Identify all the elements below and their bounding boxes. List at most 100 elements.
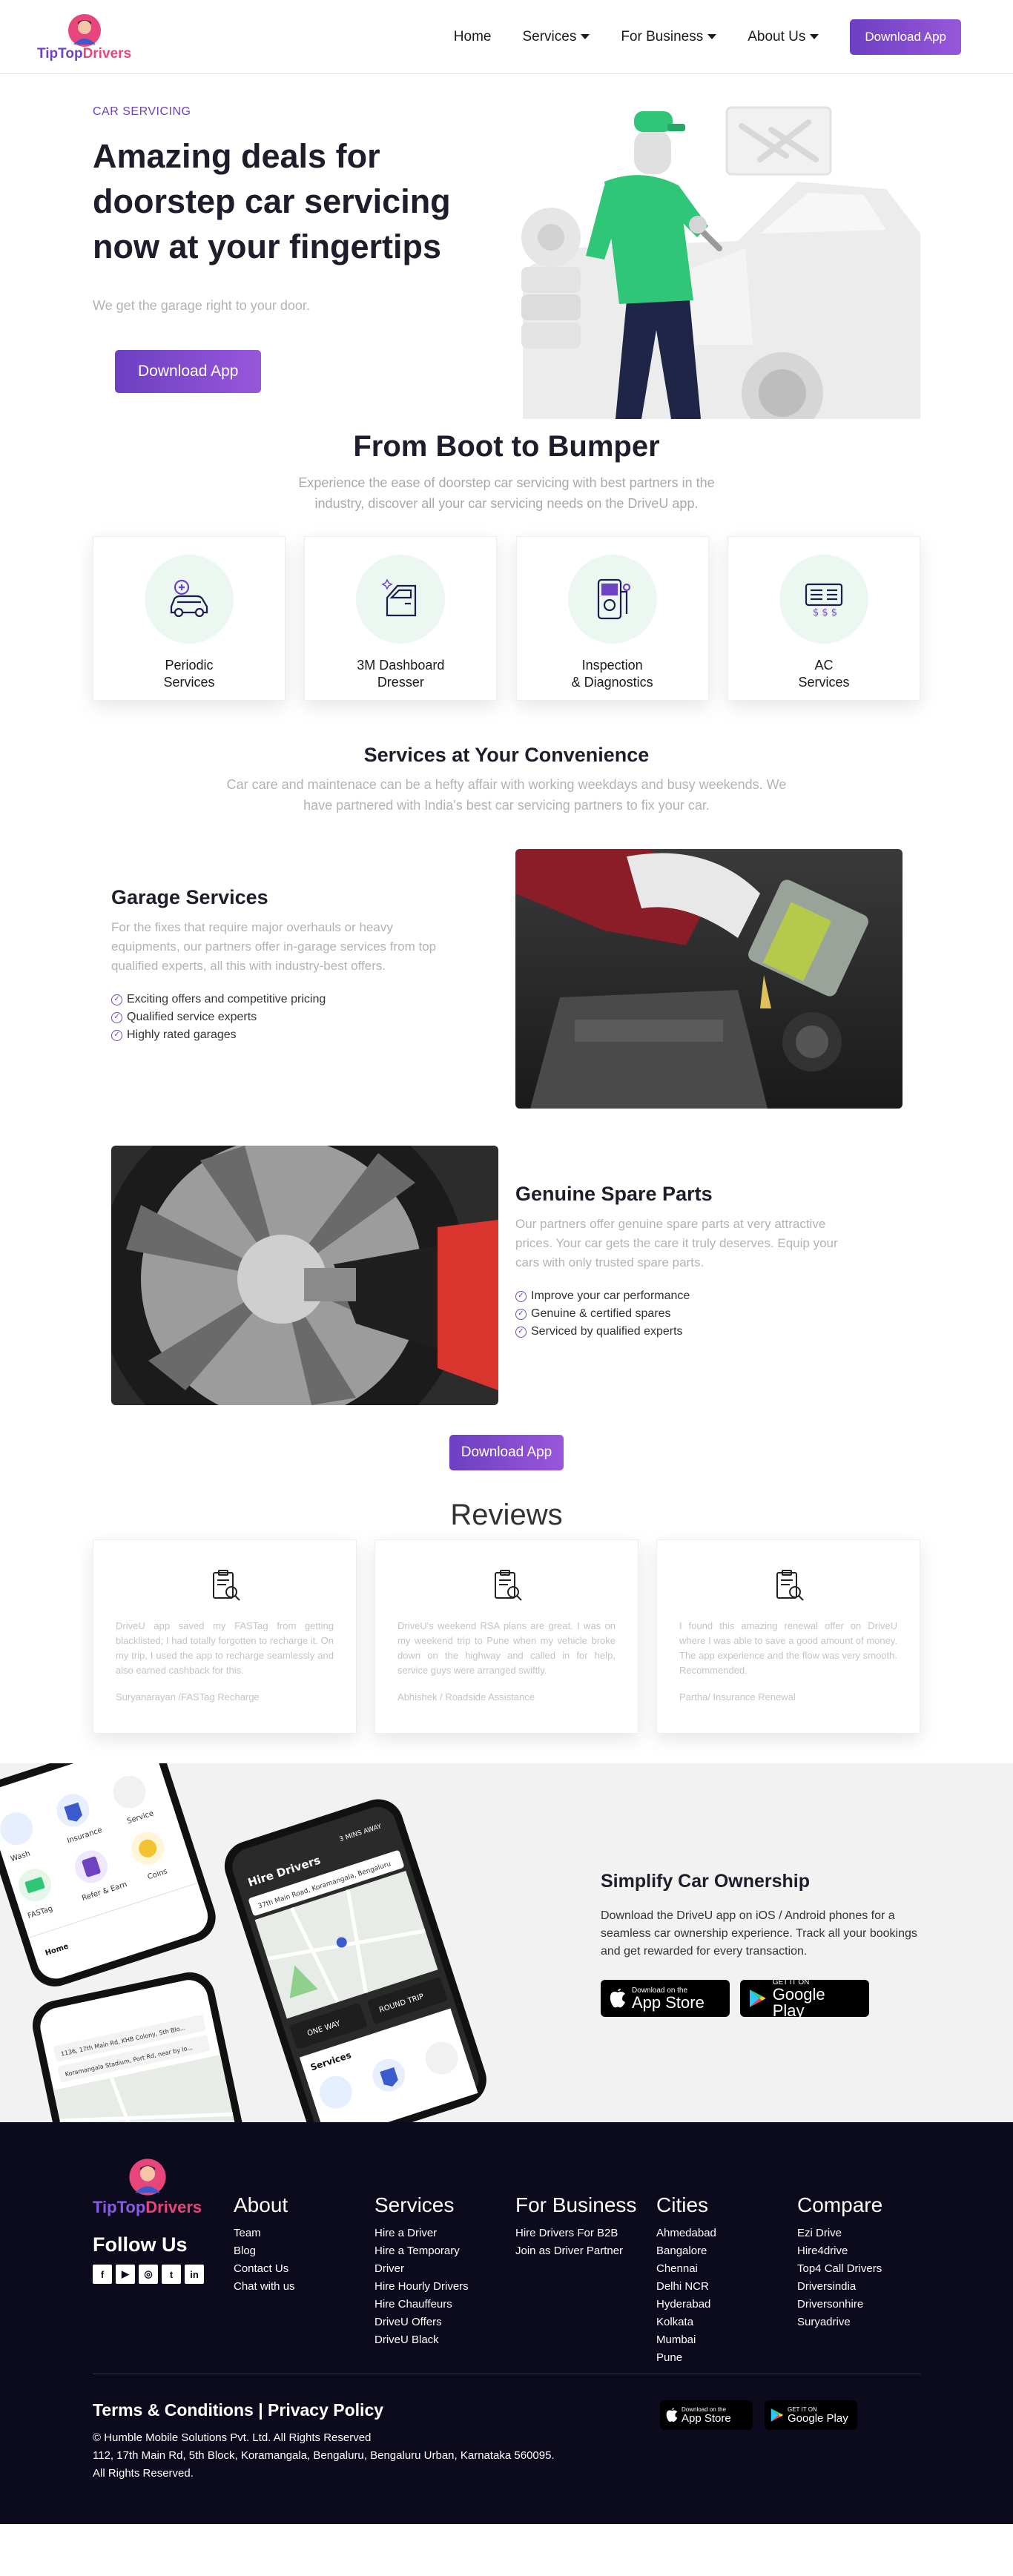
chevron-down-icon [707,34,717,39]
footer-column-about: About Team Blog Contact Us Chat with us [234,2193,295,2296]
review-text: DriveU app saved my FASTag from getting … [116,1620,334,1676]
app-phones-mockup: Wash Insurance Service FASTag Refer & Ea… [0,1763,486,2122]
footer-brand-logo[interactable]: TipTopDrivers [93,2156,202,2217]
nav-download-app-button[interactable]: Download App [850,19,961,55]
service-card-periodic[interactable]: Periodic Services [93,536,286,701]
instagram-icon[interactable]: ◎ [139,2265,158,2284]
list-item: ✓ Serviced by qualified experts [515,1323,842,1341]
garage-points: ✓ Exciting offers and competitive pricing… [111,991,438,1044]
hero-eyebrow: CAR SERVICING [93,105,191,118]
list-item: ✓ Qualified service experts [111,1008,438,1026]
reviews-section: Reviews DriveU app saved my FASTag from … [93,1499,920,1734]
spares-points: ✓ Improve your car performance ✓ Genuine &… [515,1287,842,1341]
footer-link[interactable]: Hire Drivers For B2B [515,2225,636,2242]
footer-link[interactable]: Chennai [656,2260,716,2278]
driver-avatar-icon [128,2159,166,2196]
service-card-dashboard[interactable]: 3M Dashboard Dresser [304,536,498,701]
footer-link[interactable]: Blog [234,2242,295,2260]
follow-us-title: Follow Us [93,2233,188,2256]
footer-column-services: Services Hire a Driver Hire a Temporary … [374,2193,486,2349]
garage-description: For the fixes that require major overhau… [111,920,437,973]
boot-description: Experience the ease of doorstep car serv… [298,475,715,511]
chevron-down-icon [581,34,590,39]
hero-section: CAR SERVICING Amazing deals for doorstep… [93,74,920,423]
footer-link[interactable]: Team [234,2225,295,2242]
spares-description: Our partners offer genuine spare parts a… [515,1217,838,1269]
footer-link[interactable]: Join as Driver Partner [515,2242,636,2260]
hero-download-app-button[interactable]: Download App [115,350,262,393]
services-overview-section: From Boot to Bumper Experience the ease … [93,423,920,701]
footer-link[interactable]: Driversindia [797,2278,882,2296]
hero-subtitle: We get the garage right to your door. [93,298,310,313]
footer-link[interactable]: DriveU Black [374,2331,486,2349]
service-card-ac[interactable]: $ $ $ AC Services [727,536,920,701]
footer-link[interactable]: Top4 Call Drivers [797,2260,882,2278]
footer-link[interactable]: Ahmedabad [656,2225,716,2242]
check-circle-icon: ✓ [111,1011,122,1023]
facebook-icon[interactable]: f [93,2265,112,2284]
boot-title: From Boot to Bumper [353,430,660,463]
mid-download-app-button[interactable]: Download App [449,1435,564,1470]
convenience-title: Services at Your Convenience [363,744,650,766]
linkedin-icon[interactable]: in [185,2265,204,2284]
brand-name: TipTopDrivers [37,45,132,62]
apple-icon [610,1989,625,2008]
footer-link[interactable]: Suryadrive [797,2314,882,2331]
service-label: AC Services [798,658,850,690]
footer-link[interactable]: Ezi Drive [797,2225,882,2242]
list-item: ✓ Genuine & certified spares [515,1305,842,1323]
nav-home[interactable]: Home [454,29,492,45]
terms-link[interactable]: Terms & Conditions [93,2400,254,2420]
review-clipboard-icon [495,1570,522,1601]
service-label: Inspection & Diagnostics [571,658,653,690]
app-store-button[interactable]: Download on the App Store [601,1980,730,2017]
top-navbar: TipTopDrivers Home Services For Business… [0,0,1013,74]
footer-link[interactable]: Chat with us [234,2278,295,2296]
review-author: Partha/ Insurance Renewal [679,1691,796,1703]
ac-unit-icon: $ $ $ [805,583,843,618]
main-menu: Home Services For Business About Us Down… [454,19,961,55]
driver-avatar-icon [67,13,101,47]
review-card: DriveU's weekend RSA plans are great. I … [374,1539,639,1734]
footer-link[interactable]: Hire Hourly Drivers [374,2278,486,2296]
nav-about-us[interactable]: About Us [748,29,819,45]
footer-link[interactable]: Hire4drive [797,2242,882,2260]
privacy-link[interactable]: Privacy Policy [268,2400,383,2420]
chevron-down-icon [810,34,819,39]
footer-link[interactable]: Hire Chauffeurs [374,2296,486,2314]
google-play-button[interactable]: GET IT ON Google Play [740,1978,869,2018]
footer-link[interactable]: Driversonhire [797,2296,882,2314]
footer-copyright: © Humble Mobile Solutions Pvt. Ltd. All … [93,2431,555,2480]
footer-app-store-button[interactable]: Download on the App Store [660,2400,753,2430]
brand-logo[interactable]: TipTopDrivers [37,12,131,62]
footer-link[interactable]: Hire a Temporary Driver [374,2242,486,2278]
review-card: DriveU app saved my FASTag from getting … [93,1539,357,1734]
review-clipboard-icon [776,1570,804,1601]
nav-for-business[interactable]: For Business [621,29,717,45]
footer-link[interactable]: Pune [656,2349,716,2367]
nav-services[interactable]: Services [522,29,590,45]
footer-link[interactable]: Contact Us [234,2260,295,2278]
footer-link[interactable]: Delhi NCR [656,2278,716,2296]
check-circle-icon: ✓ [515,1290,527,1302]
youtube-icon[interactable]: ▶ [116,2265,135,2284]
spare-parts-feature: Genuine Spare Parts Our partners offer g… [93,1146,920,1413]
footer-link[interactable]: Kolkata [656,2314,716,2331]
footer-google-play-button[interactable]: GET IT ON Google Play [765,2400,857,2430]
apple-icon [666,2408,678,2422]
footer-link[interactable]: DriveU Offers [374,2314,486,2331]
convenience-description: Car care and maintenace can be a hefty a… [226,777,787,813]
wheel-impact-wrench-photo [111,1146,498,1405]
footer-link[interactable]: Mumbai [656,2331,716,2349]
footer-column-cities: Cities Ahmedabad Bangalore Chennai Delhi… [656,2193,716,2367]
oil-pour-photo [515,849,903,1109]
footer-link[interactable]: Bangalore [656,2242,716,2260]
service-card-inspection[interactable]: Inspection & Diagnostics [515,536,709,701]
site-footer: TipTopDrivers Follow Us f ▶ ◎ t in About… [0,2122,1013,2524]
svg-text:$ $ $: $ $ $ [813,607,837,618]
footer-link[interactable]: Hyderabad [656,2296,716,2314]
twitter-icon[interactable]: t [162,2265,181,2284]
check-circle-icon: ✓ [111,1029,122,1041]
review-author: Abhishek / Roadside Assistance [397,1691,535,1703]
footer-link[interactable]: Hire a Driver [374,2225,486,2242]
